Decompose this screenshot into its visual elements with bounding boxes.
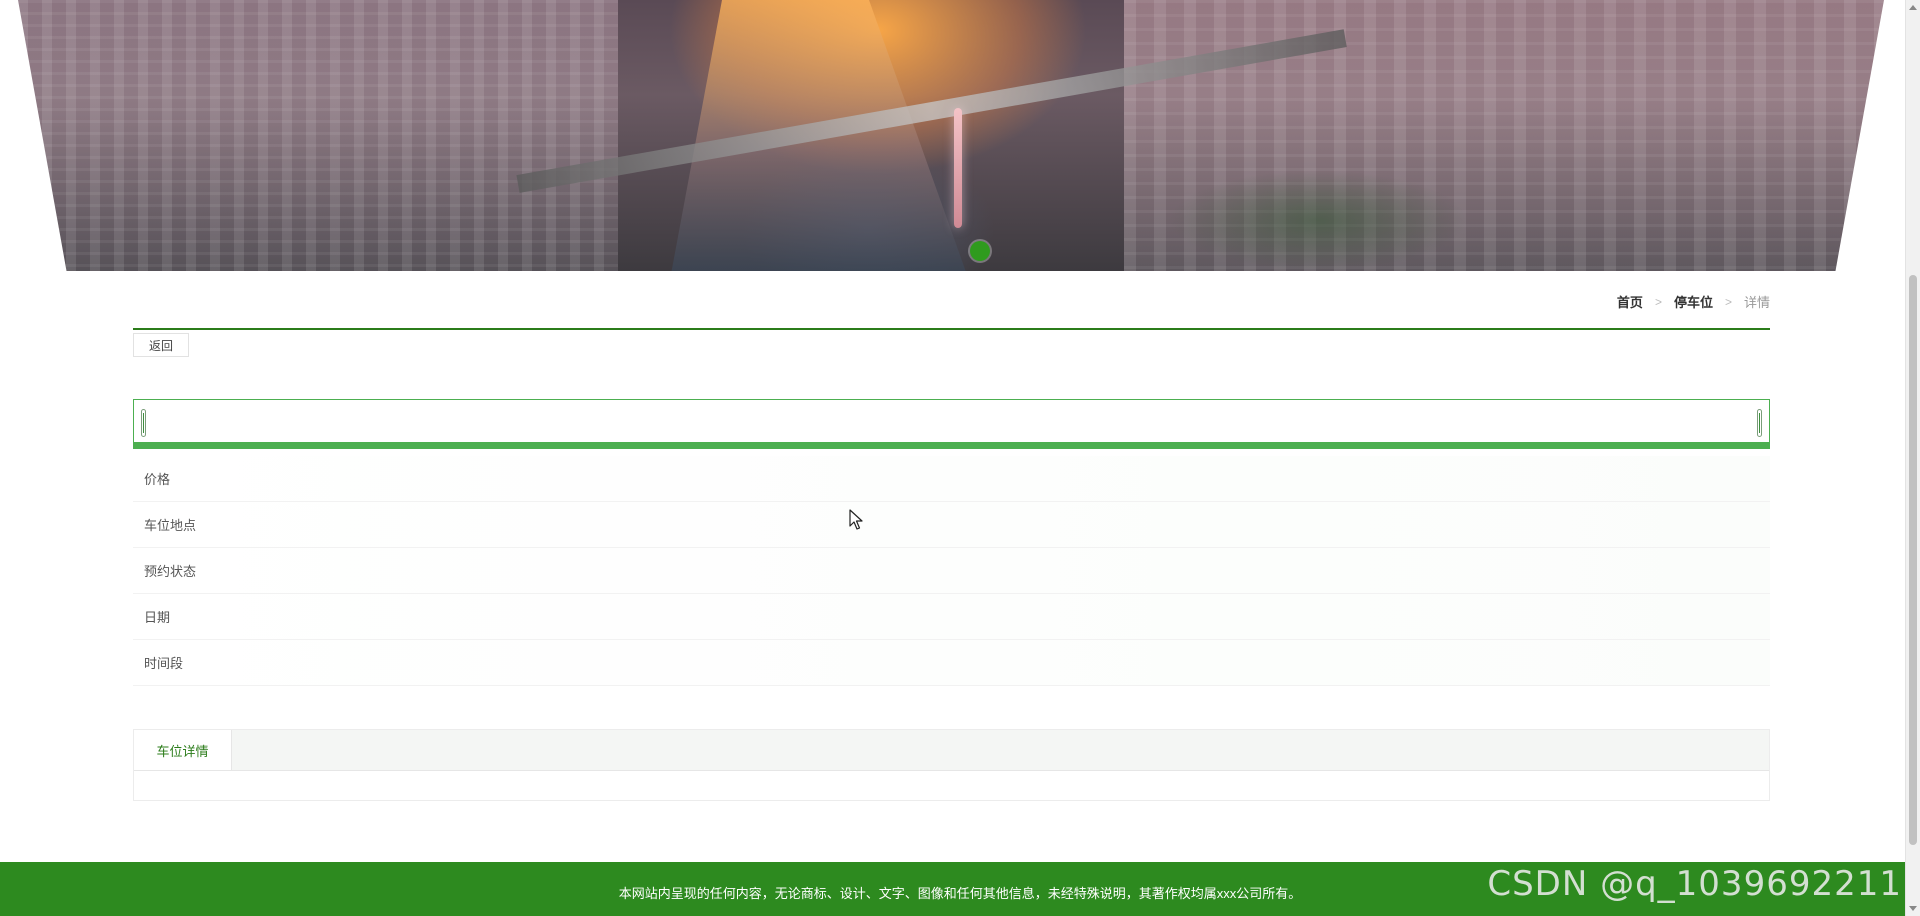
- tab-bar: 车位详情: [134, 730, 1769, 771]
- detail-label: 日期: [144, 610, 171, 625]
- detail-list: 价格 车位地点 预约状态 日期 时间段: [133, 456, 1770, 686]
- detail-row-price: 价格: [133, 456, 1770, 502]
- banner-greenery: [1168, 170, 1468, 271]
- carousel-indicator-dot[interactable]: [970, 241, 990, 261]
- detail-row-reservation-status: 预约状态: [133, 548, 1770, 594]
- detail-label: 预约状态: [144, 564, 197, 579]
- section-divider: [133, 328, 1770, 330]
- tab-content: [134, 771, 1769, 801]
- footer-copyright: 本网站内呈现的任何内容，无论商标、设计、文字、图像和任何其他信息，未经特殊说明，…: [618, 885, 1302, 901]
- slider-track-fill: [134, 442, 1769, 448]
- breadcrumb-separator: >: [1654, 294, 1662, 309]
- detail-row-time-slot: 时间段: [133, 640, 1770, 686]
- breadcrumb-home-link[interactable]: 首页: [1617, 292, 1643, 311]
- detail-label: 时间段: [144, 656, 184, 671]
- slider-handle-left[interactable]: [141, 409, 146, 437]
- footer: 本网站内呈现的任何内容，无论商标、设计、文字、图像和任何其他信息，未经特殊说明，…: [0, 862, 1920, 916]
- detail-tabs: 车位详情: [133, 729, 1770, 801]
- detail-label: 价格: [144, 472, 171, 487]
- detail-row-date: 日期: [133, 594, 1770, 640]
- scroll-down-arrow-icon[interactable]: [1909, 906, 1917, 911]
- detail-row-location: 车位地点: [133, 502, 1770, 548]
- detail-label: 车位地点: [144, 518, 197, 533]
- slider-handle-right[interactable]: [1757, 409, 1762, 437]
- tab-parking-details[interactable]: 车位详情: [134, 730, 232, 770]
- banner-tower: [954, 108, 962, 228]
- banner-river: [671, 0, 966, 271]
- banner-buildings-left: [18, 0, 618, 271]
- page: 首页 > 停车位 > 详情 返回 价格 车位地点 预约状态 日期 时间段 车位详…: [0, 0, 1920, 916]
- vertical-scrollbar[interactable]: [1905, 0, 1920, 916]
- range-slider[interactable]: [133, 399, 1770, 449]
- scroll-up-arrow-icon[interactable]: [1909, 5, 1917, 10]
- breadcrumb-current: 详情: [1743, 295, 1770, 310]
- banner-image: [18, 0, 1884, 271]
- breadcrumb-separator: >: [1724, 294, 1732, 309]
- breadcrumb: 首页 > 停车位 > 详情: [1617, 292, 1770, 311]
- breadcrumb-category-link[interactable]: 停车位: [1674, 292, 1713, 311]
- scrollbar-thumb[interactable]: [1909, 275, 1917, 845]
- back-button[interactable]: 返回: [133, 333, 189, 357]
